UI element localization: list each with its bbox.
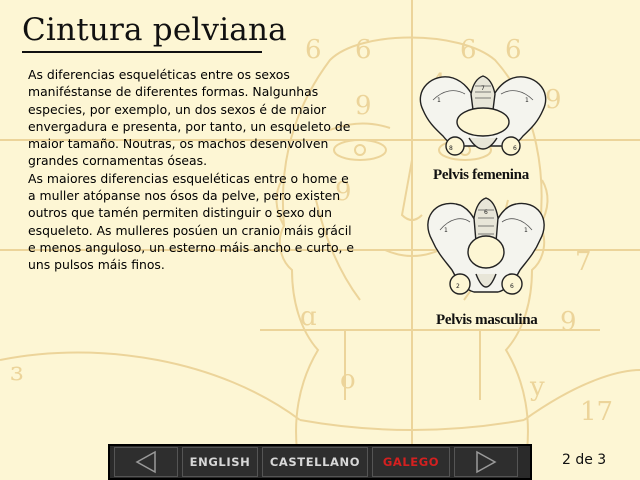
- paragraph-1: As diferencias esqueléticas entre os sex…: [28, 67, 351, 169]
- svg-text:y: y: [529, 372, 545, 402]
- svg-text:6: 6: [460, 35, 477, 65]
- svg-text:7: 7: [575, 247, 592, 277]
- svg-text:1: 1: [524, 227, 528, 234]
- page-indicator: 2 de 3: [562, 452, 607, 468]
- male-pelvis-caption: Pelvis masculina: [436, 312, 538, 328]
- svg-text:6: 6: [355, 35, 372, 65]
- navigation-bar: ENGLISH CASTELLANO GALEGO: [108, 444, 532, 480]
- female-pelvis-caption: Pelvis femenina: [433, 167, 529, 183]
- svg-text:6: 6: [505, 35, 522, 65]
- svg-text:1: 1: [437, 97, 441, 104]
- svg-text:1: 1: [444, 227, 448, 234]
- previous-page-button[interactable]: [114, 447, 178, 477]
- svg-text:2: 2: [456, 283, 460, 290]
- svg-text:6: 6: [510, 283, 514, 290]
- svg-text:o: o: [340, 365, 356, 395]
- page-title: Cintura pelviana: [22, 12, 287, 48]
- female-pelvis-illustration: 1 1 7 8 6: [419, 75, 547, 156]
- svg-text:ɜ: ɜ: [10, 357, 23, 387]
- svg-text:9: 9: [560, 307, 577, 337]
- svg-text:7: 7: [481, 85, 485, 92]
- next-page-button[interactable]: [454, 447, 518, 477]
- left-arrow-icon: [135, 450, 156, 474]
- svg-text:17: 17: [580, 397, 613, 427]
- language-galego-button[interactable]: GALEGO: [372, 447, 450, 477]
- svg-text:6: 6: [513, 145, 517, 152]
- language-english-button[interactable]: ENGLISH: [182, 447, 258, 477]
- paragraph-2: As maiores diferencias esqueléticas entr…: [28, 170, 355, 273]
- svg-text:6: 6: [484, 209, 488, 216]
- svg-text:ɑ: ɑ: [300, 302, 317, 332]
- male-pelvis-illustration: 1 1 6 2 6: [427, 197, 545, 295]
- body-text: As diferencias esqueléticas entre os sex…: [28, 66, 358, 274]
- right-arrow-icon: [476, 450, 497, 474]
- svg-text:6: 6: [305, 35, 322, 65]
- language-castellano-button[interactable]: CASTELLANO: [262, 447, 368, 477]
- title-underline: [22, 51, 262, 53]
- svg-text:8: 8: [449, 145, 453, 152]
- svg-text:1: 1: [525, 97, 529, 104]
